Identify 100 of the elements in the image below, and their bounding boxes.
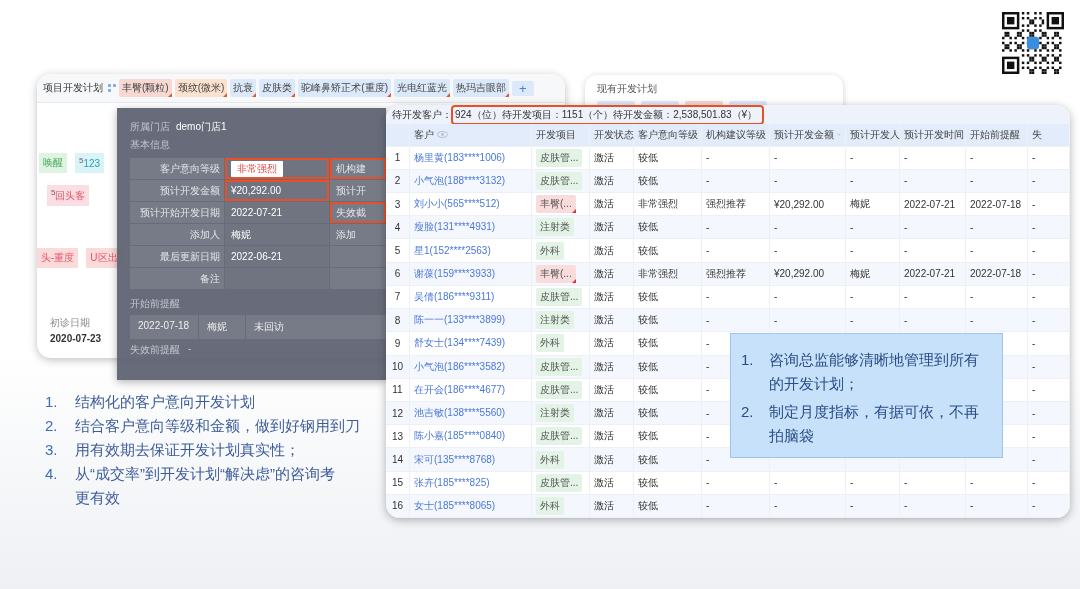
- customer-link[interactable]: 吴倩(186****9311): [414, 290, 495, 304]
- table-cell: 强烈推荐: [706, 266, 746, 281]
- table-cell: 2022-07-21: [904, 198, 956, 210]
- customer-tag: 唤醒: [39, 153, 67, 173]
- field-value: -: [188, 343, 192, 356]
- field-cell: [330, 246, 386, 267]
- table-cell: -: [706, 152, 710, 164]
- customer-link[interactable]: 陈小嘉(185****0840): [414, 429, 506, 444]
- table-cell: 激活: [594, 197, 614, 212]
- customer-link[interactable]: 刘小小(565****512): [414, 197, 500, 212]
- table-cell: 较低: [638, 243, 658, 258]
- customer-link[interactable]: 舒女士(134****7439): [414, 336, 506, 351]
- column-header[interactable]: 客户意向等级: [638, 127, 698, 142]
- plan-tab[interactable]: 丰臀(颗粒): [119, 79, 172, 97]
- column-header[interactable]: 开始前提醒: [970, 127, 1020, 142]
- plan-tab[interactable]: 光电红蓝光: [394, 79, 450, 97]
- column-header[interactable]: 预计开发时间: [904, 127, 964, 142]
- table-cell: -: [774, 175, 778, 187]
- table-cell: -: [970, 175, 974, 187]
- table-cell: -: [774, 221, 778, 233]
- row-number: 9: [394, 337, 401, 349]
- field-label: 机构建: [330, 158, 386, 179]
- table-cell: 较低: [638, 290, 658, 304]
- list-number: 2.: [45, 416, 59, 436]
- row-number: 10: [391, 361, 404, 373]
- project-tag: 注射类: [536, 218, 574, 237]
- table-cell: 激活: [594, 173, 614, 188]
- table-cell: 激活: [594, 243, 614, 258]
- table-cell: -: [1032, 245, 1036, 257]
- field-value: 2022-06-21: [231, 251, 283, 262]
- customer-link[interactable]: 谢葆(159****3933): [414, 266, 496, 281]
- table-cell: -: [904, 152, 908, 164]
- table-cell: ¥20,292.00: [774, 198, 825, 210]
- customer-link[interactable]: 小气泡(186****3582): [414, 359, 506, 374]
- plan-tab[interactable]: 皮肤类: [259, 79, 296, 97]
- table-cell: -: [904, 175, 908, 187]
- table-cell: 较低: [638, 452, 658, 467]
- table-cell: -: [774, 152, 778, 164]
- table-cell: 较低: [638, 406, 658, 421]
- customer-link[interactable]: 池吉敏(138****5560): [414, 406, 506, 421]
- table-cell: 较低: [638, 429, 658, 444]
- table-cell: ¥20,292.00: [774, 268, 825, 280]
- customer-link[interactable]: 星1(152****2563): [414, 243, 491, 258]
- table-cell: 较低: [638, 150, 658, 165]
- customer-link[interactable]: 宋可(135****8768): [414, 452, 496, 467]
- column-header[interactable]: 预计开发金额: [774, 127, 834, 142]
- table-cell: -: [706, 477, 710, 489]
- table-cell: -: [706, 454, 710, 465]
- customer-link[interactable]: 女士(185****8065): [414, 498, 496, 513]
- table-cell: -: [970, 152, 974, 164]
- eye-icon[interactable]: [437, 131, 448, 139]
- field-label: 添加: [330, 224, 386, 245]
- field-label: 预计开发金额: [130, 180, 224, 201]
- table-cell: -: [1032, 430, 1036, 442]
- row-number: 11: [392, 384, 403, 396]
- row-number: 3: [394, 198, 401, 210]
- table-cell: 较低: [638, 336, 658, 351]
- column-header[interactable]: 开发项目: [536, 127, 576, 142]
- table-cell: -: [1032, 477, 1036, 489]
- plan-tag[interactable]: [729, 101, 767, 105]
- grid-icon[interactable]: [108, 84, 116, 92]
- column-header[interactable]: 开发状态: [594, 127, 634, 142]
- table-cell: -: [706, 337, 710, 349]
- plan-tag[interactable]: [685, 101, 723, 105]
- table-cell: 非常强烈: [638, 197, 678, 212]
- customer-link[interactable]: 陈一一(133****3899): [414, 313, 506, 328]
- field-label: 所属门店: [130, 120, 170, 134]
- table-cell: -: [706, 361, 710, 373]
- table-cell: 激活: [594, 336, 614, 351]
- plan-tab[interactable]: 抗衰: [230, 79, 257, 97]
- table-cell: -: [774, 500, 778, 512]
- field-label: 客户意向等级: [130, 158, 224, 179]
- project-tag: 外科: [536, 496, 564, 515]
- customer-link[interactable]: 小气泡(188****3132): [414, 173, 506, 188]
- column-header[interactable]: 失: [1032, 127, 1042, 142]
- reminder-cell: 2022-07-18: [130, 315, 198, 339]
- plan-tab[interactable]: 颈纹(微米): [174, 79, 228, 97]
- plan-tag[interactable]: [597, 101, 635, 105]
- qr-code-icon: [1002, 12, 1064, 74]
- plan-tag[interactable]: [641, 101, 679, 105]
- project-tag: 丰臀(...: [536, 195, 576, 214]
- customer-link[interactable]: 瘦脸(131****4931): [414, 220, 496, 235]
- field-label: 添加人: [130, 224, 224, 245]
- plan-tab[interactable]: 热玛吉眼部: [453, 79, 509, 97]
- customer-link[interactable]: 张卉(185****825): [414, 475, 490, 490]
- customer-link[interactable]: 在开会(186****4677): [414, 382, 506, 397]
- field-value: 梅妮: [231, 227, 251, 242]
- table-cell: 激活: [594, 498, 614, 513]
- callout-text: 咨询总监能够清晰地管理到所有的开发计划；: [769, 350, 980, 394]
- row-number: 4: [394, 221, 401, 233]
- column-header[interactable]: 预计开发人: [850, 127, 900, 142]
- plan-tab[interactable]: 驼峰鼻矫正术(重度): [298, 79, 391, 97]
- summary-text: 924（位）待开发项目：1151（个）待开发金额：2,538,501.83（¥）: [452, 105, 764, 124]
- field-label: 备注: [130, 268, 224, 289]
- table-cell: -: [1032, 291, 1036, 303]
- customer-link[interactable]: 杨里黄(183****1006): [414, 150, 506, 165]
- column-header[interactable]: 机构建议等级: [706, 127, 766, 142]
- column-header[interactable]: 客户: [414, 127, 434, 142]
- field-value: 2022-07-21: [231, 207, 283, 218]
- table-cell: -: [904, 477, 908, 489]
